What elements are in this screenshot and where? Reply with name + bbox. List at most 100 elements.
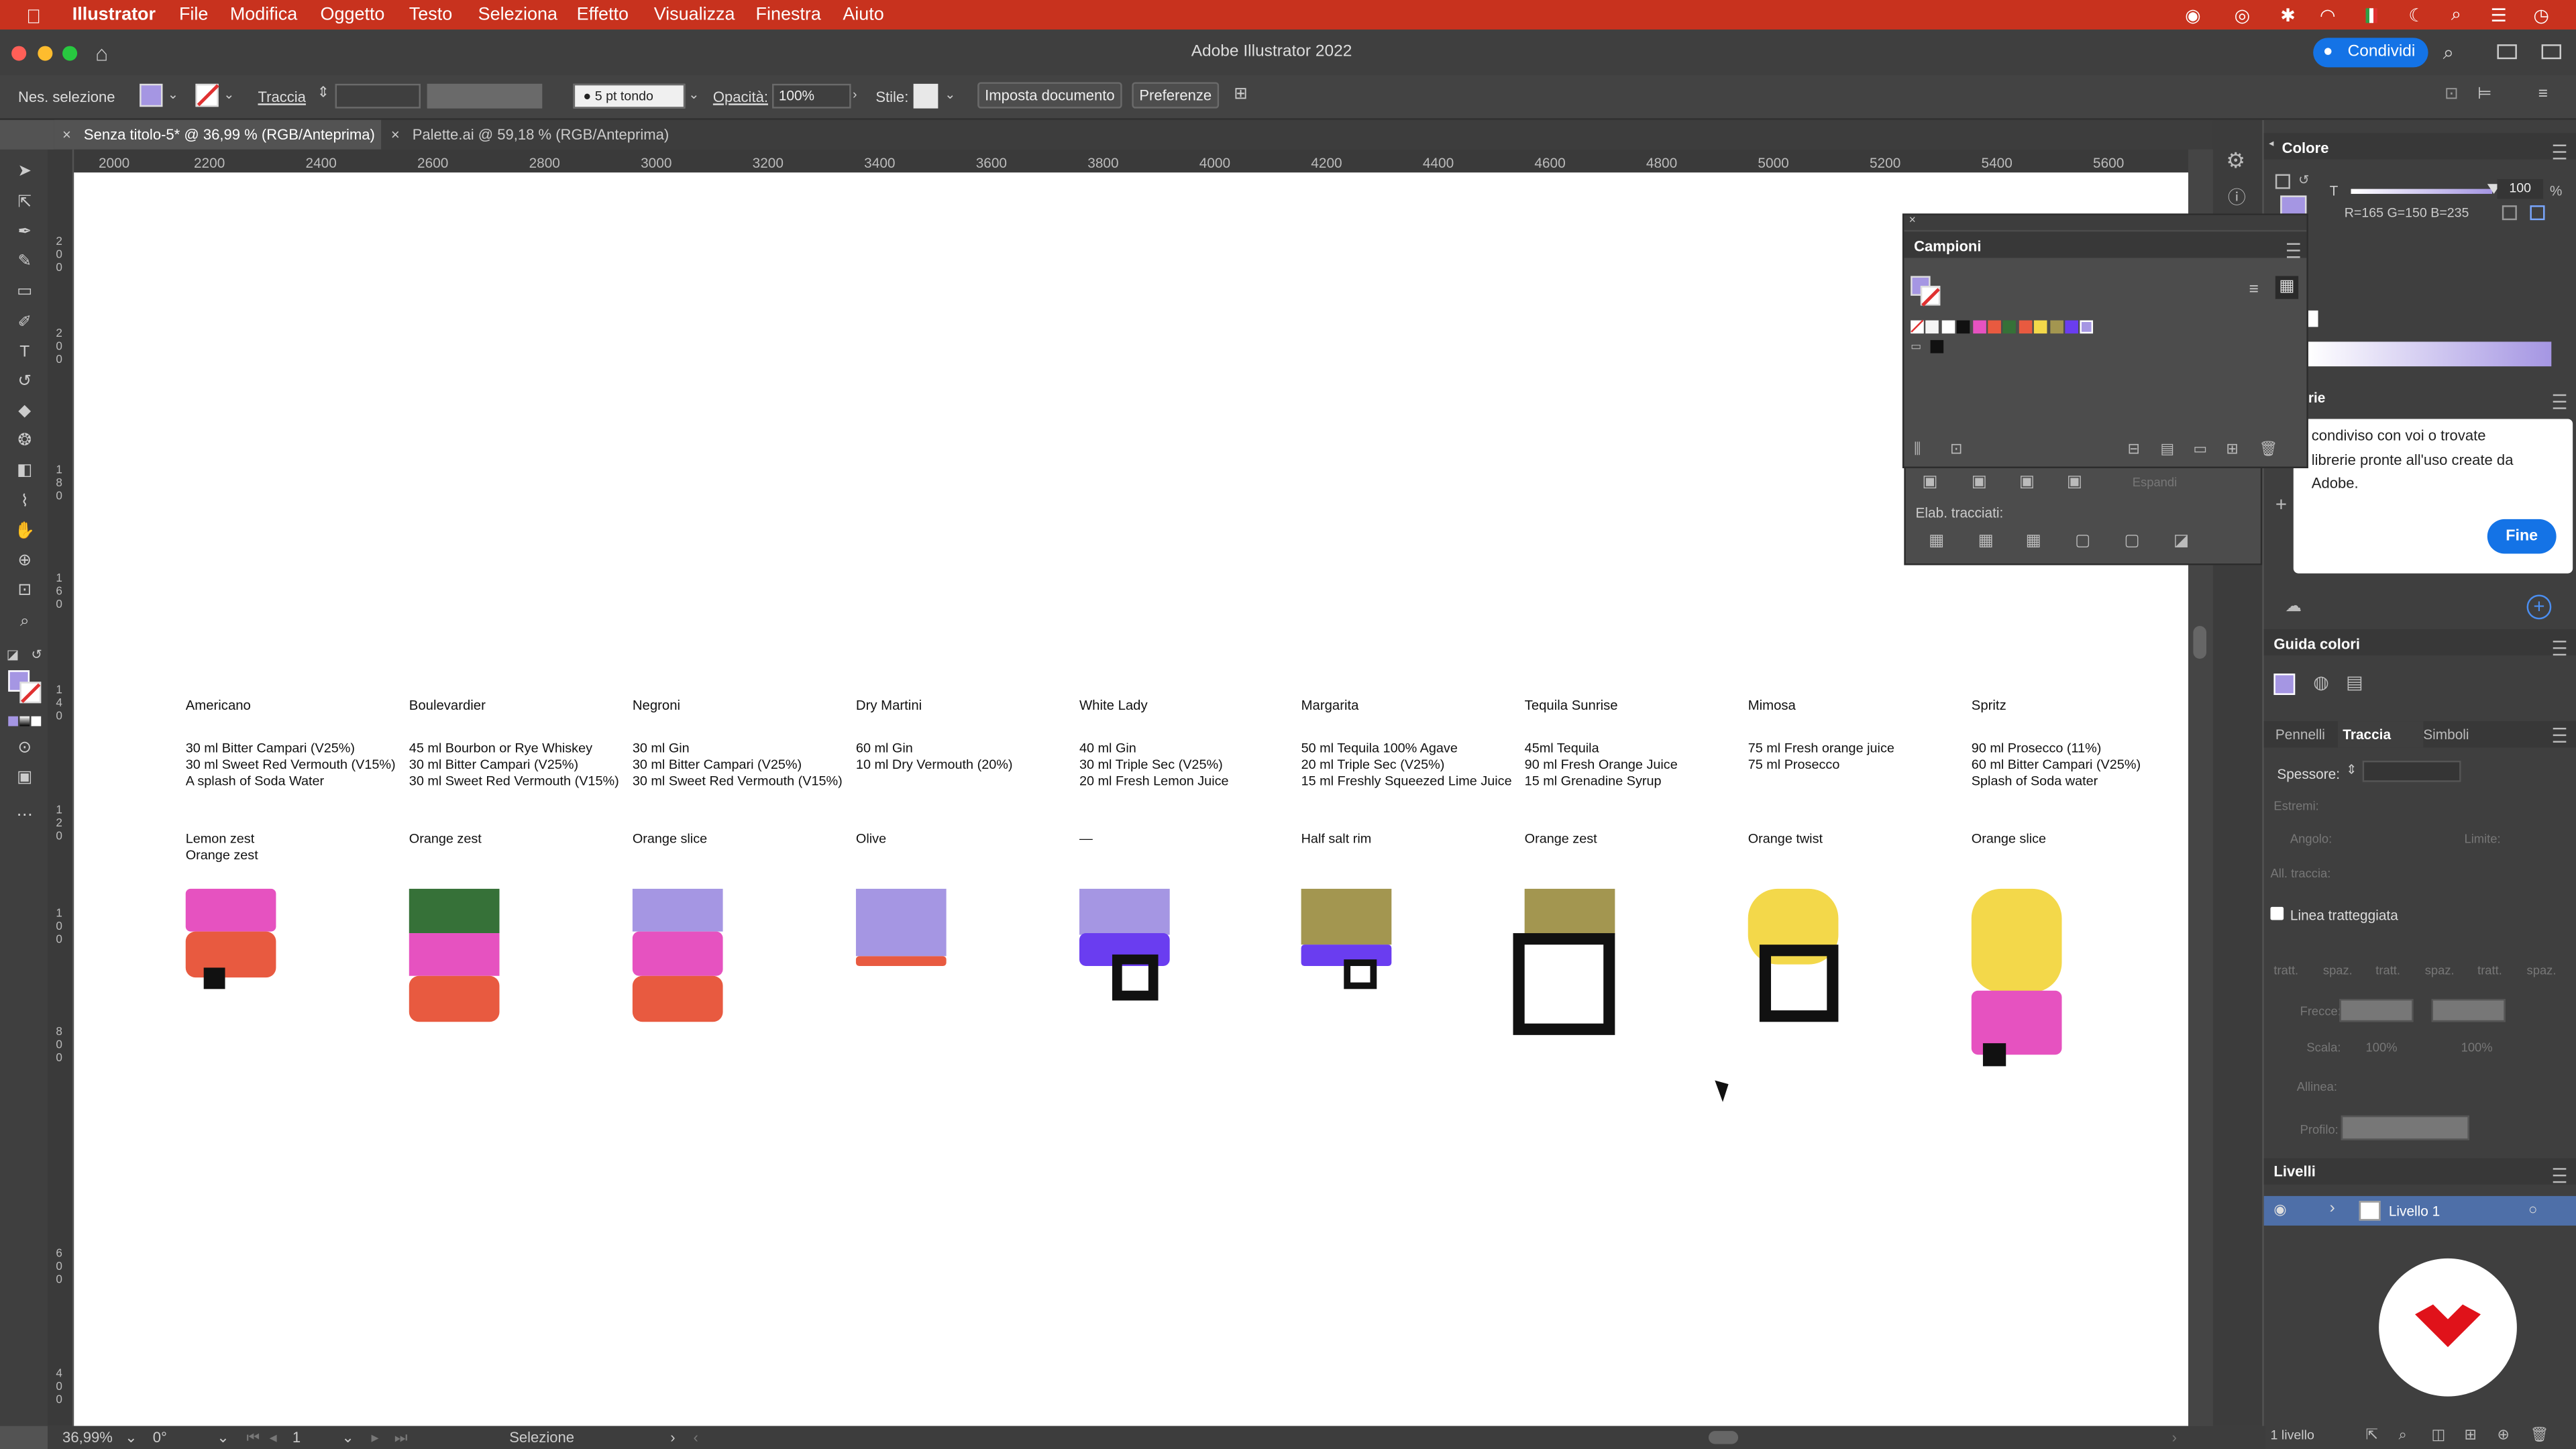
sync-icon[interactable]: ◎: [2235, 5, 2251, 26]
cocktail-ingredient[interactable]: 15 ml Grenadine Syrup: [1525, 773, 1662, 789]
trim-icon[interactable]: ▦: [1978, 533, 1994, 550]
menu-icon[interactable]: [2553, 641, 2567, 656]
cocktail-color-block[interactable]: [855, 956, 947, 967]
color-swatch[interactable]: [1988, 320, 2001, 334]
intersect-icon[interactable]: ▣: [2019, 474, 2035, 491]
graphic-style-swatch[interactable]: [913, 83, 938, 109]
info-icon[interactable]: ⓘ: [2228, 190, 2246, 208]
tab-close-icon[interactable]: ×: [391, 120, 400, 150]
tab-stroke[interactable]: Traccia: [2343, 726, 2391, 742]
first-artboard-icon[interactable]: ⏮: [246, 1430, 260, 1448]
new-swatch-icon[interactable]: ⊞: [2226, 440, 2238, 458]
cocktail-name[interactable]: Spritz: [1972, 696, 2006, 712]
cocktail-ingredient[interactable]: 90 ml Prosecco (11%): [1972, 741, 2102, 757]
color-swatch[interactable]: [2049, 320, 2063, 334]
cocktail-color-block[interactable]: [632, 931, 723, 976]
paintbrush-tool-icon[interactable]: ✐: [13, 314, 36, 333]
dashed-line-checkbox[interactable]: [2270, 906, 2284, 920]
chevron-down-icon[interactable]: ⌄: [125, 1430, 137, 1448]
cocktail-ingredient[interactable]: 30 ml Bitter Campari (V25%): [409, 757, 578, 773]
cocktail-ingredient[interactable]: 30 ml Sweet Red Vermouth (V15%): [633, 773, 843, 789]
cocktail-name[interactable]: Mimosa: [1748, 696, 1796, 712]
stepper-icon[interactable]: ⇕: [317, 84, 329, 102]
tint-value-field[interactable]: 100: [2497, 178, 2544, 199]
type-tool-icon[interactable]: T: [13, 343, 36, 363]
menu-finestra[interactable]: Finestra: [756, 5, 821, 24]
cocktail-name[interactable]: Dry Martini: [856, 696, 922, 712]
menu-modifica[interactable]: Modifica: [230, 5, 297, 24]
cocktail-ingredient[interactable]: 45ml Tequila: [1525, 741, 1599, 757]
artboard[interactable]: [74, 172, 2189, 1426]
color-swatch[interactable]: [1926, 320, 1939, 334]
fill-swatch[interactable]: [140, 83, 163, 107]
cocktail-color-block[interactable]: [632, 888, 723, 932]
eyedropper-tool-icon[interactable]: ⌇: [13, 493, 36, 513]
cocktail-color-block[interactable]: [1971, 888, 2062, 993]
color-spectrum-bar[interactable]: [2308, 341, 2552, 367]
scroll-thumb[interactable]: [2193, 626, 2207, 659]
color-mode-icon[interactable]: [8, 716, 18, 727]
active-stroke-swatch[interactable]: [1920, 286, 1941, 307]
base-color-swatch[interactable]: [2273, 674, 2296, 695]
draw-mode-icon[interactable]: ⊙: [13, 739, 36, 759]
folder-icon[interactable]: ▭: [1911, 340, 1921, 353]
direct-selection-tool-icon[interactable]: ⇱: [13, 194, 36, 213]
cocktail-color-block[interactable]: [409, 975, 500, 1022]
cocktail-ingredient[interactable]: 10 ml Dry Vermouth (20%): [856, 757, 1013, 773]
cocktail-color-block[interactable]: [1112, 954, 1159, 1001]
wifi-icon[interactable]: ◠: [2320, 5, 2336, 26]
gradient-tool-icon[interactable]: ◧: [13, 462, 36, 481]
cocktail-garnish[interactable]: Half salt rim: [1301, 831, 1372, 847]
arrow-end-select[interactable]: [2431, 998, 2506, 1022]
tab-palette-ai[interactable]: Palette.ai @ 59,18 % (RGB/Anteprima): [413, 120, 669, 150]
trash-icon[interactable]: 🗑: [2530, 1426, 2548, 1442]
expand-button[interactable]: Espandi: [2133, 475, 2177, 490]
layer-row[interactable]: ◉ › Livello 1 ○: [2263, 1195, 2576, 1226]
cocktail-garnish[interactable]: Olive: [856, 831, 886, 847]
done-button[interactable]: Fine: [2487, 519, 2557, 554]
unite-icon[interactable]: ▣: [1922, 474, 1937, 491]
menu-seleziona[interactable]: Seleziona: [478, 5, 557, 24]
control-center-icon[interactable]: ☰: [2491, 5, 2507, 26]
next-artboard-icon[interactable]: ▸: [371, 1430, 378, 1448]
default-colors-icon[interactable]: ◪: [7, 647, 19, 662]
menu-testo[interactable]: Testo: [409, 5, 452, 24]
tint-slider[interactable]: [2351, 189, 2493, 194]
crop-icon[interactable]: ▢: [2075, 533, 2090, 550]
document-setup-button[interactable]: Imposta documento: [977, 82, 1122, 109]
cocktail-name[interactable]: Negroni: [633, 696, 680, 712]
cocktail-ingredient[interactable]: 20 ml Fresh Lemon Juice: [1079, 773, 1229, 789]
clipping-mask-icon[interactable]: ◫: [2432, 1426, 2446, 1442]
cocktail-color-block[interactable]: [185, 931, 276, 978]
cocktail-ingredient[interactable]: 30 ml Bitter Campari (V25%): [186, 741, 355, 757]
moon-icon[interactable]: ☾: [2408, 5, 2424, 26]
scroll-left-icon[interactable]: ‹: [693, 1430, 698, 1446]
shape-builder-tool-icon[interactable]: ⊕: [13, 552, 36, 572]
color-swatch[interactable]: [2080, 320, 2094, 334]
search-icon[interactable]: ⌕: [2443, 41, 2454, 66]
swatch-options-icon[interactable]: ⊟: [2127, 440, 2139, 458]
chevron-down-icon[interactable]: ⌄: [688, 87, 699, 102]
align-options-icon[interactable]: ⊞: [1234, 85, 1248, 103]
menu-aiuto[interactable]: Aiuto: [843, 5, 883, 24]
cocktail-garnish[interactable]: Lemon zest: [186, 831, 254, 847]
menu-app-illustrator[interactable]: Illustrator: [72, 5, 156, 24]
transform-icon[interactable]: ⊡: [2445, 85, 2459, 103]
properties-icon[interactable]: ⚙: [2226, 150, 2245, 171]
cocktail-color-block[interactable]: [1759, 945, 1839, 1022]
curvature-tool-icon[interactable]: ✎: [13, 253, 36, 272]
spotlight-search-icon[interactable]: ⌕: [2451, 5, 2461, 26]
cocktail-color-block[interactable]: [409, 933, 500, 976]
merge-icon[interactable]: ▦: [2026, 533, 2041, 550]
color-swatch[interactable]: [2003, 320, 2017, 334]
menu-visualizza[interactable]: Visualizza: [654, 5, 735, 24]
last-artboard-icon[interactable]: ⏭: [394, 1430, 408, 1448]
cocktail-ingredient[interactable]: 60 ml Bitter Campari (V25%): [1972, 757, 2141, 773]
gradient-mode-icon[interactable]: [19, 716, 30, 727]
cocktail-name[interactable]: Boulevardier: [409, 696, 486, 712]
layer-name[interactable]: Livello 1: [2389, 1203, 2440, 1219]
cocktail-color-block[interactable]: [632, 975, 723, 1022]
minus-back-icon[interactable]: ◪: [2174, 533, 2189, 550]
chevron-down-icon[interactable]: ⌄: [217, 1430, 229, 1448]
color-swatch[interactable]: [1972, 320, 1986, 334]
